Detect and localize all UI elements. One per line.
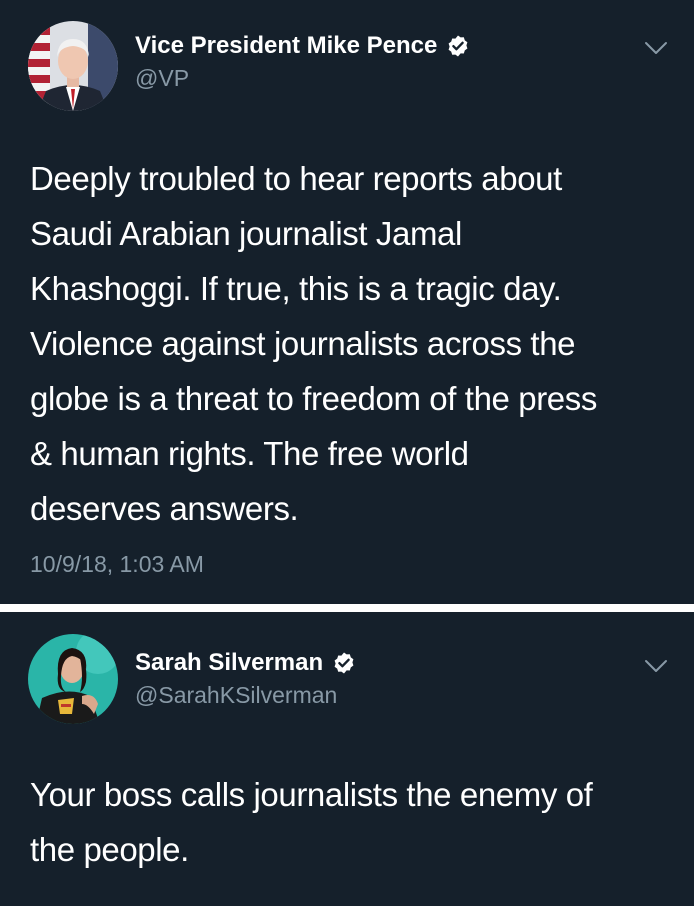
chevron-down-icon[interactable] [644, 40, 668, 56]
display-name[interactable]: Vice President Mike Pence [135, 32, 470, 60]
display-name-text: Sarah Silverman [135, 649, 324, 676]
tweet-card[interactable]: Sarah Silverman @SarahKSilverman Your bo… [0, 612, 694, 906]
tweet-card[interactable]: Vice President Mike Pence @VP Deeply tro… [0, 0, 694, 604]
avatar[interactable] [28, 634, 118, 724]
tweet-text: Deeply troubled to hear reports about Sa… [30, 160, 597, 527]
verified-badge-icon [332, 651, 356, 675]
avatar[interactable] [28, 21, 118, 111]
tweet-text: Your boss calls journalists the enemy of… [30, 776, 593, 868]
avatar-photo [28, 634, 118, 724]
user-handle[interactable]: @SarahKSilverman [135, 682, 337, 709]
display-name-text: Vice President Mike Pence [135, 32, 438, 59]
tweet-divider [0, 604, 694, 612]
user-handle[interactable]: @VP [135, 65, 189, 92]
tweet-timestamp[interactable]: 10/9/18, 1:03 AM [30, 551, 204, 578]
chevron-down-icon[interactable] [644, 658, 668, 674]
avatar-photo [28, 21, 118, 111]
verified-badge-icon [446, 34, 470, 58]
display-name[interactable]: Sarah Silverman [135, 649, 356, 677]
